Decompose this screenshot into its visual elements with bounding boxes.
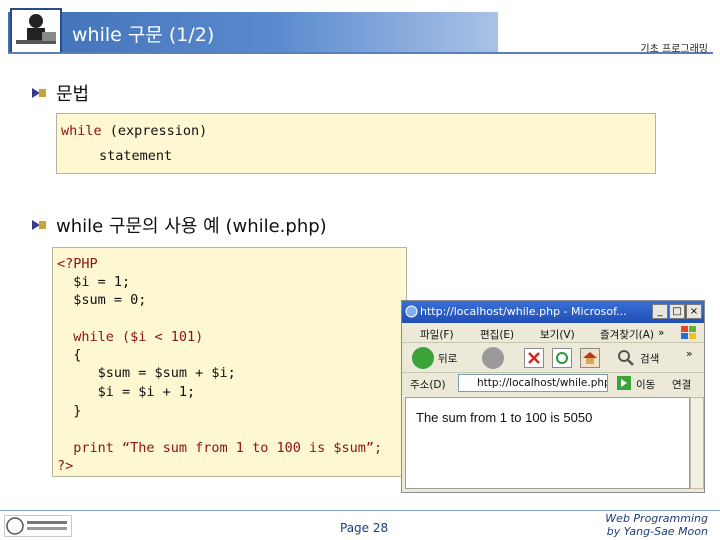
menu-file[interactable]: 파일(F) bbox=[420, 327, 454, 342]
syntax-expression: (expression) bbox=[101, 123, 208, 139]
stop-icon[interactable] bbox=[524, 348, 544, 368]
home-icon[interactable] bbox=[580, 348, 600, 368]
footer-author: by Yang-Sae Moon bbox=[606, 525, 708, 538]
go-button[interactable]: 이동 bbox=[614, 374, 662, 392]
page-number: Page 28 bbox=[340, 521, 389, 535]
code-line: $i = 1; bbox=[57, 274, 131, 290]
footer-divider bbox=[0, 510, 720, 511]
code-line: ?> bbox=[57, 458, 74, 474]
menu-view[interactable]: 보기(V) bbox=[540, 327, 575, 342]
menu-edit[interactable]: 편집(E) bbox=[480, 327, 514, 342]
go-arrow-icon bbox=[617, 376, 631, 390]
page-output: The sum from 1 to 100 is 5050 bbox=[416, 410, 593, 425]
syntax-line-1: while (expression) bbox=[61, 123, 207, 139]
close-button[interactable]: × bbox=[686, 304, 702, 319]
browser-toolbar: 뒤로 검색 » bbox=[402, 343, 704, 373]
back-arrow-icon[interactable] bbox=[412, 347, 434, 369]
search-label[interactable]: 검색 bbox=[640, 351, 659, 366]
example-code-box: <?PHP $i = 1; $sum = 0; while ($i < 101)… bbox=[52, 247, 407, 477]
footer-course: Web Programming bbox=[605, 512, 708, 525]
bullet-syntax-label: 문법 bbox=[56, 84, 90, 105]
ie-icon bbox=[405, 305, 418, 318]
footer-credit: Web Programming by Yang-Sae Moon bbox=[605, 512, 708, 538]
minimize-button[interactable]: _ bbox=[652, 304, 668, 319]
syntax-code-box: while (expression) statement bbox=[56, 113, 656, 174]
code-line: $sum = 0; bbox=[57, 292, 147, 308]
maximize-button[interactable]: □ bbox=[669, 304, 685, 319]
menu-more[interactable]: » bbox=[658, 327, 664, 339]
browser-addressbar: 주소(D) http://localhost/while.php 이동 연결 bbox=[402, 373, 704, 395]
bullet-icon bbox=[32, 220, 46, 230]
address-input[interactable]: http://localhost/while.php bbox=[458, 374, 608, 392]
course-name: 기초 프로그래밍 bbox=[640, 44, 708, 55]
go-label: 이동 bbox=[636, 379, 656, 391]
back-label[interactable]: 뒤로 bbox=[438, 351, 457, 366]
code-line: <?PHP bbox=[57, 256, 98, 272]
search-icon[interactable] bbox=[616, 348, 636, 368]
university-logo-icon bbox=[4, 515, 72, 537]
window-controls: _ □ × bbox=[652, 304, 702, 319]
links-button[interactable]: 연결 bbox=[672, 377, 691, 392]
bullet-syntax: 문법 bbox=[30, 80, 89, 106]
code-line: } bbox=[57, 403, 82, 419]
browser-content: The sum from 1 to 100 is 5050 bbox=[405, 397, 690, 489]
syntax-line-2: statement bbox=[99, 148, 173, 164]
refresh-icon[interactable] bbox=[552, 348, 572, 368]
browser-window: http://localhost/while.php - Microsof...… bbox=[401, 300, 705, 493]
code-line: { bbox=[57, 347, 82, 363]
address-label: 주소(D) bbox=[410, 379, 446, 391]
code-line: $i = $i + 1; bbox=[57, 384, 196, 400]
bullet-example: while 구문의 사용 예 (while.php) bbox=[30, 212, 327, 238]
code-line: while ($i < 101) bbox=[57, 329, 204, 345]
browser-menubar: 파일(F) 편집(E) 보기(V) 즐겨찾기(A) » bbox=[402, 323, 704, 343]
title-divider bbox=[8, 52, 713, 54]
menu-favorites[interactable]: 즐겨찾기(A) bbox=[600, 327, 654, 342]
bullet-icon bbox=[32, 88, 46, 98]
presenter-logo-icon bbox=[10, 8, 62, 54]
slide-title: while 구문 (1/2) bbox=[72, 24, 215, 46]
browser-titlebar: http://localhost/while.php - Microsof...… bbox=[402, 301, 704, 323]
keyword-while: while bbox=[61, 123, 102, 139]
bullet-example-label: while 구문의 사용 예 (while.php) bbox=[56, 216, 327, 237]
toolbar-more[interactable]: » bbox=[686, 348, 692, 360]
browser-title: http://localhost/while.php - Microsof... bbox=[420, 305, 627, 318]
code-line: $sum = $sum + $i; bbox=[57, 365, 236, 381]
code-line: print “The sum from 1 to 100 is $sum”; bbox=[57, 440, 383, 456]
vertical-scrollbar[interactable] bbox=[690, 397, 704, 489]
forward-arrow-icon[interactable] bbox=[482, 347, 504, 369]
windows-logo-icon bbox=[681, 326, 696, 339]
